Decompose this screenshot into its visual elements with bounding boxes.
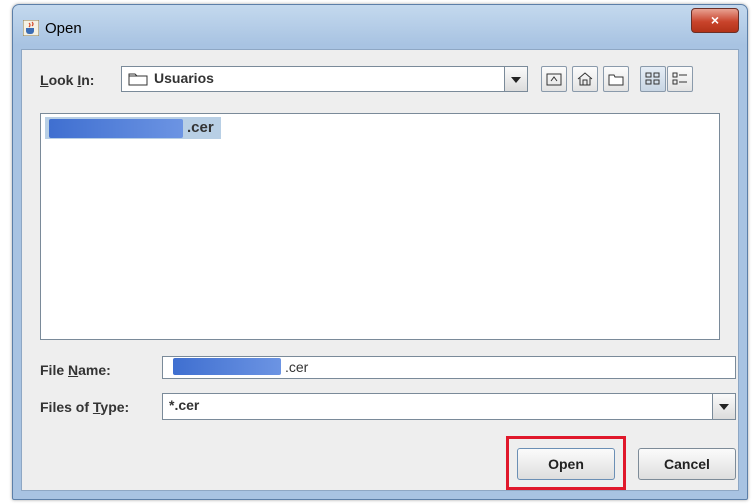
new-folder-button[interactable]	[603, 66, 629, 92]
title-bar[interactable]: Open ×	[13, 5, 747, 47]
file-list[interactable]: .cer	[40, 113, 720, 340]
home-button[interactable]	[572, 66, 598, 92]
redacted-filename	[49, 119, 183, 138]
up-one-level-icon	[546, 73, 562, 86]
look-in-dropdown-arrow[interactable]	[504, 67, 527, 91]
up-one-level-button[interactable]	[541, 66, 567, 92]
file-name-input[interactable]: .cer	[162, 356, 736, 379]
files-of-type-dropdown-arrow[interactable]	[712, 394, 735, 419]
home-icon	[577, 72, 593, 86]
files-of-type-label: Files of Type:	[40, 399, 130, 415]
file-name-label: File Name:	[40, 362, 111, 378]
look-in-mnemonic: L	[40, 72, 49, 88]
redacted-input-text	[173, 358, 281, 375]
new-folder-icon	[608, 74, 624, 86]
file-list-item[interactable]: .cer	[45, 117, 221, 139]
file-name-suffix: .cer	[187, 119, 214, 136]
look-in-label-rest: ook In:	[48, 72, 95, 88]
close-icon: ×	[710, 12, 720, 28]
look-in-value: Usuarios	[154, 70, 214, 86]
folder-icon	[128, 73, 148, 86]
files-of-type-value: *.cer	[169, 397, 200, 413]
files-of-type-combo[interactable]: *.cer	[162, 393, 736, 420]
look-in-label: Look In:	[40, 72, 94, 88]
list-view-button[interactable]	[640, 66, 666, 92]
details-view-icon	[672, 72, 687, 85]
look-in-combo[interactable]: Usuarios	[121, 66, 528, 92]
open-button-highlight	[506, 436, 626, 490]
list-view-icon	[645, 72, 660, 85]
file-name-value-suffix: .cer	[285, 359, 309, 375]
details-view-button[interactable]	[667, 66, 693, 92]
cancel-button[interactable]: Cancel	[638, 448, 736, 480]
window-title: Open	[45, 20, 82, 37]
java-cup-icon	[23, 20, 39, 36]
close-button[interactable]: ×	[691, 8, 739, 33]
